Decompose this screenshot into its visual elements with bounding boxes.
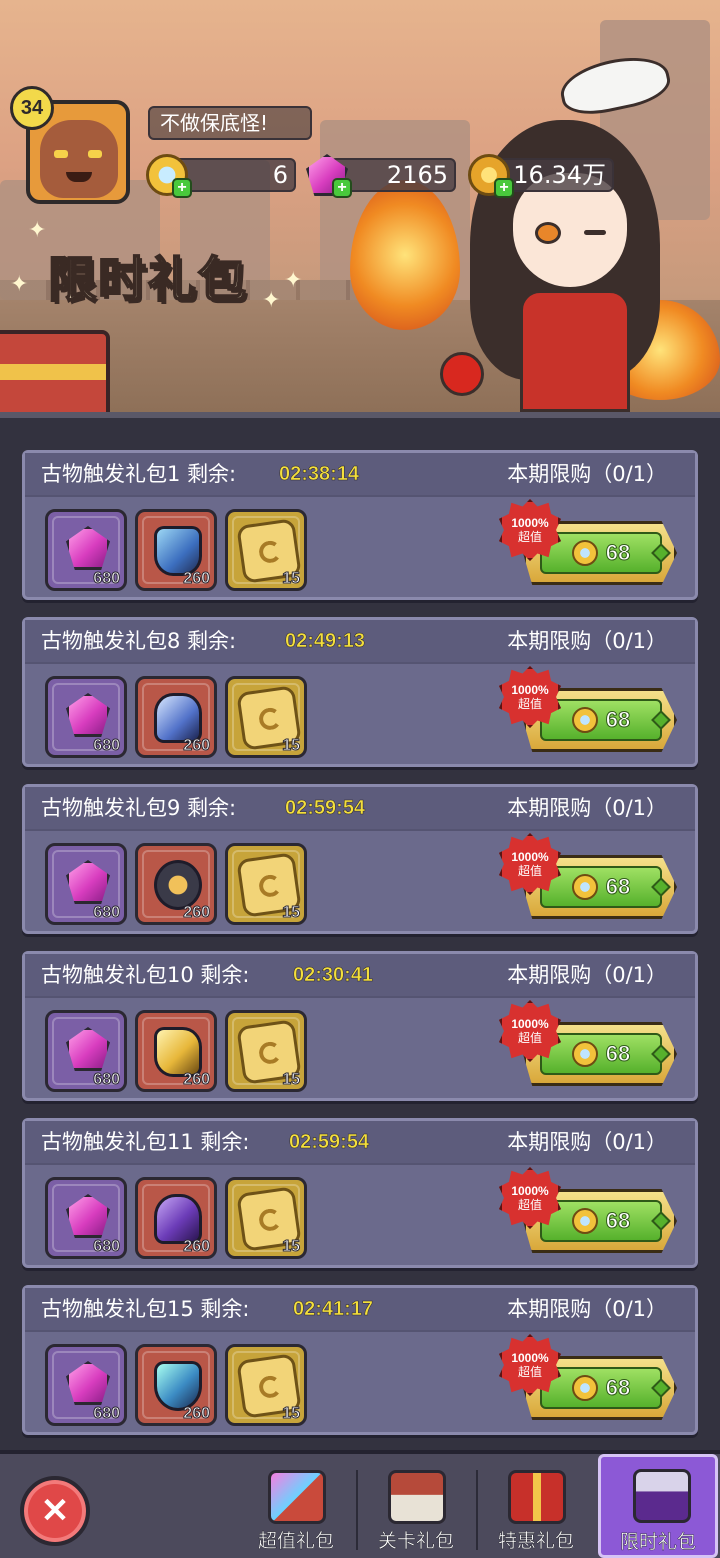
pack-header: 古物触发礼包1 剩余: 02:38:14 本期限购（0/1） (25, 453, 695, 497)
purchase-limit: 本期限购（0/1） (507, 629, 667, 653)
blue-mask-relic-icon (154, 526, 202, 576)
purchase-limit: 本期限购（0/1） (507, 462, 667, 486)
tab-discount-packs[interactable]: 特惠礼包 (478, 1460, 594, 1558)
item-slot-gem[interactable]: 680 (45, 1010, 127, 1092)
item-slot-gem[interactable]: 680 (45, 509, 127, 591)
pack-card: 古物触发礼包11 剩余: 02:59:54 本期限购（0/1） 680 260 … (22, 1118, 698, 1268)
red-ball (440, 352, 484, 396)
item-slot-gem[interactable]: 680 (45, 676, 127, 758)
tab-limited-packs[interactable]: 限时礼包 (598, 1454, 718, 1558)
level-badge: 34 (10, 86, 54, 130)
item-slot-gem[interactable]: 680 (45, 1177, 127, 1259)
pack-name: 古物触发礼包11 剩余: (41, 1130, 250, 1154)
tab-stage-packs[interactable]: 关卡礼包 (358, 1460, 474, 1558)
pack-header: 古物触发礼包15 剩余: 02:41:17 本期限购（0/1） (25, 1288, 695, 1332)
pack-card: 古物触发礼包8 剩余: 02:49:13 本期限购（0/1） 680 260 1… (22, 617, 698, 767)
pack-timer: 02:49:13 (285, 630, 366, 653)
pack-timer: 02:59:54 (285, 797, 366, 820)
golden-horn-relic-icon (154, 1027, 202, 1077)
item-slot-coin[interactable]: 15 (225, 509, 307, 591)
skull-amulet-relic-icon (154, 860, 202, 910)
pack-header: 古物触发礼包10 剩余: 02:30:41 本期限购（0/1） (25, 954, 695, 998)
purchase-limit: 本期限购（0/1） (507, 963, 667, 987)
item-slot-coin[interactable]: 15 (225, 676, 307, 758)
item-slot-relic[interactable]: 260 (135, 1010, 217, 1092)
diamond-coin-icon (571, 540, 598, 566)
tab-value-packs[interactable]: 超值礼包 (238, 1460, 354, 1558)
add-blue-gem-button[interactable]: + (172, 178, 192, 198)
hero-portrait-icon (633, 1469, 691, 1523)
sparkle-icon: ✦ (10, 272, 29, 297)
orc-avatar-icon (40, 120, 118, 198)
pack-header: 古物触发礼包11 剩余: 02:59:54 本期限购（0/1） (25, 1121, 695, 1165)
pack-name: 古物触发礼包9 剩余: (41, 796, 237, 820)
close-icon: ✕ (40, 1492, 70, 1530)
pack-timer: 02:30:41 (293, 964, 374, 987)
page-title: 限时礼包 (47, 251, 249, 309)
red-gift-box-icon (508, 1470, 566, 1524)
pack-header: 古物触发礼包9 剩余: 02:59:54 本期限购（0/1） (25, 787, 695, 831)
add-pink-gem-button[interactable]: + (332, 178, 352, 198)
sparkle-icon: ✦ (284, 268, 303, 293)
purchase-limit: 本期限购（0/1） (507, 796, 667, 820)
item-slot-relic[interactable]: 260 (135, 1344, 217, 1426)
diamond-coin-icon (571, 874, 598, 900)
gift-box-decor (0, 330, 110, 412)
item-slot-gem[interactable]: 680 (45, 843, 127, 925)
pack-name: 古物触发礼包10 剩余: (41, 963, 250, 987)
diamond-coin-icon (571, 1208, 598, 1234)
pack-card: 古物触发礼包10 剩余: 02:30:41 本期限购（0/1） 680 260 … (22, 951, 698, 1101)
item-slot-relic[interactable]: 260 (135, 843, 217, 925)
close-button[interactable]: ✕ (20, 1476, 90, 1546)
diamond-coin-icon (571, 1041, 598, 1067)
diamond-coin-icon (571, 1375, 598, 1401)
pack-name: 古物触发礼包15 剩余: (41, 1297, 250, 1321)
pack-name: 古物触发礼包8 剩余: (41, 629, 237, 653)
item-slot-relic[interactable]: 260 (135, 1177, 217, 1259)
add-gold-button[interactable]: + (494, 178, 514, 198)
character-wink (584, 230, 606, 235)
sparkle-icon: ✦ (262, 288, 281, 313)
player-name: 不做保底怪! (148, 106, 312, 140)
character-eye (535, 222, 561, 244)
item-slot-coin[interactable]: 15 (225, 1344, 307, 1426)
item-slot-coin[interactable]: 15 (225, 843, 307, 925)
crown-relic-icon (154, 693, 202, 743)
gift-gems-icon (268, 1470, 326, 1524)
item-slot-relic[interactable]: 260 (135, 676, 217, 758)
item-slot-relic[interactable]: 260 (135, 509, 217, 591)
diamond-coin-icon (571, 707, 598, 733)
bottom-nav: ✕ 超值礼包 关卡礼包 特惠礼包 限时礼包 (0, 1450, 720, 1558)
character-outfit (520, 290, 630, 412)
pack-timer: 02:38:14 (279, 463, 360, 486)
pack-timer: 02:59:54 (289, 1131, 370, 1154)
header-banner: 34 不做保底怪! 6 + 2165 + 16.34万 + ✦ ✦ ✦ ✦ 限时… (0, 0, 720, 412)
pack-card: 古物触发礼包15 剩余: 02:41:17 本期限购（0/1） 680 260 … (22, 1285, 698, 1435)
item-slot-coin[interactable]: 15 (225, 1010, 307, 1092)
purple-helmet-relic-icon (154, 1194, 202, 1244)
lightning-shield-relic-icon (154, 1361, 202, 1411)
pack-card: 古物触发礼包9 剩余: 02:59:54 本期限购（0/1） 680 260 1… (22, 784, 698, 934)
sparkle-icon: ✦ (28, 218, 47, 243)
pack-header: 古物触发礼包8 剩余: 02:49:13 本期限购（0/1） (25, 620, 695, 664)
pack-name: 古物触发礼包1 剩余: (41, 462, 237, 486)
pack-card: 古物触发礼包1 剩余: 02:38:14 本期限购（0/1） 680 260 1… (22, 450, 698, 600)
pack-timer: 02:41:17 (293, 1298, 374, 1321)
purchase-limit: 本期限购（0/1） (507, 1297, 667, 1321)
pack-list[interactable]: 古物触发礼包1 剩余: 02:38:14 本期限购（0/1） 680 260 1… (0, 412, 720, 1450)
purchase-limit: 本期限购（0/1） (507, 1130, 667, 1154)
item-slot-gem[interactable]: 680 (45, 1344, 127, 1426)
skull-chest-icon (388, 1470, 446, 1524)
item-slot-coin[interactable]: 15 (225, 1177, 307, 1259)
